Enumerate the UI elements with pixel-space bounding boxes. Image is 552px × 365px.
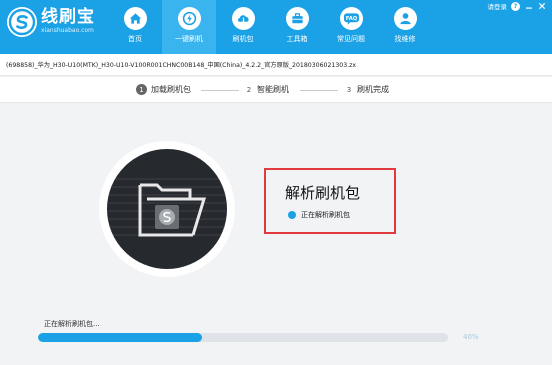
step-number: 2 [246, 85, 252, 94]
window-controls: 请登录 ? [488, 0, 547, 12]
step-label: 刷机完成 [357, 85, 389, 94]
app-title: 线刷宝 [41, 7, 95, 27]
step-flash-complete: 3 刷机完成 [345, 84, 389, 95]
minimize-icon[interactable] [524, 2, 533, 11]
step-connector [300, 90, 338, 91]
nav-one-click-flash[interactable]: 一键刷机 [162, 0, 216, 54]
nav-rom-package[interactable]: 刷机包 [216, 0, 270, 54]
logo-mark [7, 7, 37, 37]
progress-label: 正在解析刷机包... [44, 320, 100, 328]
nav-find-repair[interactable]: 找维修 [378, 0, 432, 54]
nav-faq[interactable]: FAQ 常见问题 [324, 0, 378, 54]
repair-person-icon [393, 7, 417, 30]
status-panel: 解析刷机包 正在解析刷机包 [264, 168, 396, 234]
step-number: 3 [346, 85, 352, 94]
progress-percent: 40% [463, 333, 479, 341]
toolbox-icon [285, 7, 309, 30]
rom-file-name: (698858)_华为_H30-U10(MTK)_H30-U10-V100R00… [6, 62, 357, 69]
help-icon[interactable]: ? [511, 1, 520, 11]
app-header: 线刷宝 xianshuabao.com 首页 一键刷机 刷机包 工具箱 FAQ … [0, 0, 552, 54]
progress-bar [38, 333, 448, 342]
step-connector [201, 90, 239, 91]
nav-rom-package-label: 刷机包 [232, 35, 254, 43]
svg-text:FAQ: FAQ [345, 16, 357, 22]
main-nav: 首页 一键刷机 刷机包 工具箱 FAQ 常见问题 找维修 [108, 0, 432, 54]
file-bar: (698858)_华为_H30-U10(MTK)_H30-U10-V100R00… [0, 54, 552, 76]
nav-toolbox-label: 工具箱 [286, 35, 308, 43]
faq-icon: FAQ [339, 7, 363, 30]
login-link[interactable]: 请登录 [488, 1, 508, 11]
step-number: 1 [136, 84, 147, 95]
app-subtitle: xianshuabao.com [41, 27, 94, 34]
status-dot-icon [288, 211, 296, 219]
package-illustration [99, 141, 235, 277]
status-detail: 正在解析刷机包 [301, 211, 350, 219]
progress-steps: 1 加载刷机包 2 智能刷机 3 刷机完成 [0, 77, 552, 103]
flash-icon [177, 7, 201, 30]
status-title: 解析刷机包 [285, 184, 361, 202]
step-smart-flash: 2 智能刷机 [245, 84, 289, 95]
nav-find-repair-label: 找维修 [394, 35, 416, 43]
step-load-package: 1 加载刷机包 [136, 84, 191, 95]
nav-home-label: 首页 [128, 35, 142, 43]
nav-one-click-flash-label: 一键刷机 [175, 35, 203, 43]
download-icon [231, 7, 255, 30]
folder-icon [107, 149, 227, 269]
close-icon[interactable] [537, 2, 546, 11]
home-icon [123, 7, 147, 30]
nav-home[interactable]: 首页 [108, 0, 162, 54]
nav-toolbox[interactable]: 工具箱 [270, 0, 324, 54]
step-label: 智能刷机 [257, 85, 289, 94]
step-label: 加载刷机包 [151, 85, 191, 94]
progress-fill [38, 333, 202, 342]
nav-faq-label: 常见问题 [337, 35, 365, 43]
app-logo: 线刷宝 xianshuabao.com [7, 7, 95, 37]
